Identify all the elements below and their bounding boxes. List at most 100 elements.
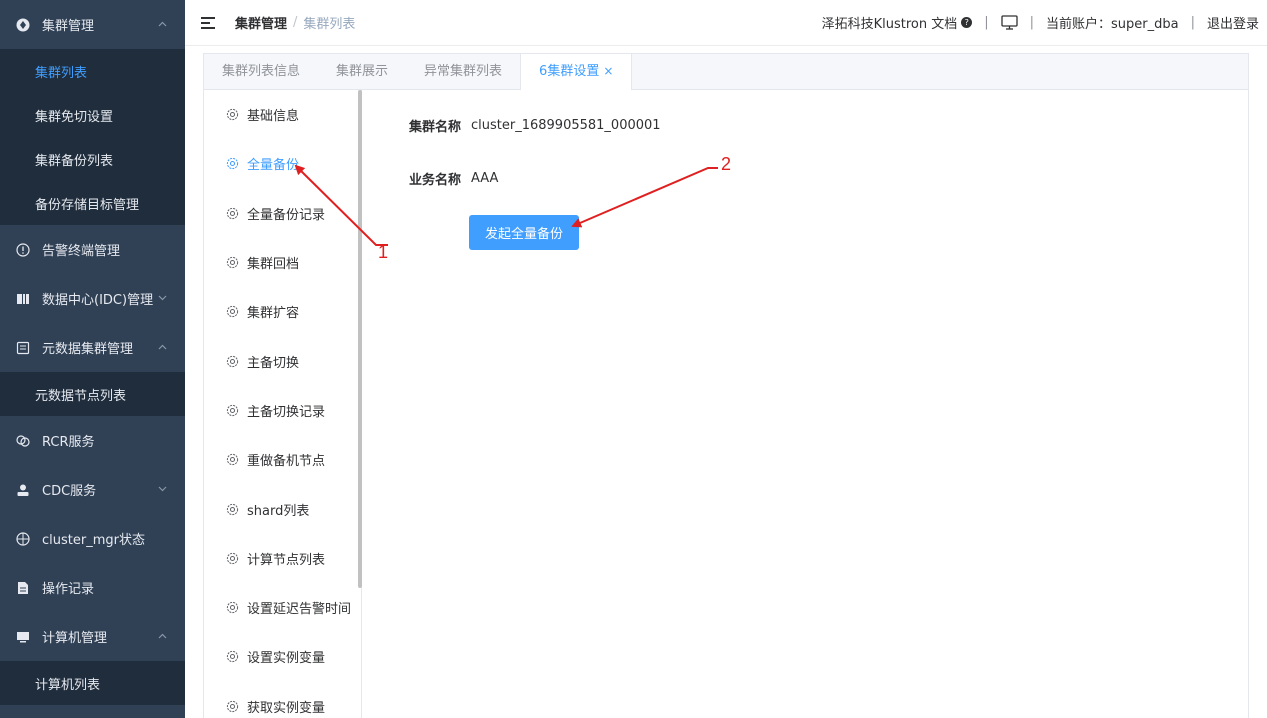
- settings-nav-item-0[interactable]: 基础信息: [204, 90, 361, 139]
- breadcrumb: 集群管理 / 集群列表: [235, 13, 355, 32]
- settings-nav-item-5[interactable]: 主备切换: [204, 336, 361, 385]
- sidebar-menu-7[interactable]: 元数据集群管理: [0, 323, 185, 372]
- top-header: 集群管理 / 集群列表 泽拓科技Klustron 文档 ? | | 当前账户：s…: [185, 0, 1267, 46]
- gear-icon: [226, 651, 239, 663]
- settings-nav-item-6[interactable]: 主备切换记录: [204, 386, 361, 435]
- settings-nav: 基础信息全量备份全量备份记录集群回档集群扩容 主备切换主备切换记录 重做备机节点 sh…: [204, 90, 362, 718]
- cluster-name-row: 集群名称 cluster_1689905581_000001: [409, 116, 661, 135]
- settings-nav-item-11[interactable]: 设置实例变量: [204, 632, 361, 681]
- settings-nav-item-1[interactable]: 全量备份: [204, 139, 361, 188]
- settings-nav-label: 集群回档: [247, 257, 300, 273]
- monitor-icon[interactable]: [1000, 15, 1018, 30]
- sidebar-subitem-3[interactable]: 集群备份列表: [0, 137, 185, 181]
- alert-icon: [16, 242, 30, 257]
- tab-1[interactable]: 集群展示: [318, 54, 406, 89]
- cluster-icon: [16, 18, 30, 32]
- gear-icon: [226, 207, 239, 219]
- sidebar-menu-12[interactable]: 操作记录: [0, 563, 185, 612]
- sidebar-menu-label: CDC服务: [42, 484, 97, 499]
- close-icon[interactable]: ×: [603, 64, 613, 78]
- sidebar-menu-label: 数据中心(IDC)管理: [42, 293, 154, 308]
- tab-label: 集群列表信息: [222, 64, 301, 79]
- computer-icon: [16, 630, 30, 644]
- breadcrumb-separator: /: [293, 15, 298, 30]
- settings-nav-item-4[interactable]: 集群扩容: [204, 287, 361, 336]
- hamburger-icon[interactable]: [201, 16, 215, 29]
- gear-icon: [226, 355, 239, 367]
- chevron-up-icon: [158, 19, 167, 30]
- metadata-icon: [16, 341, 30, 355]
- tab-3[interactable]: 6集群设置 ×: [520, 54, 633, 90]
- user-icon: [16, 483, 30, 497]
- settings-nav-item-9[interactable]: 计算节点列表: [204, 534, 361, 583]
- content-panel: 集群列表信息 集群展示 异常集群列表 6集群设置 × 基础信息全量备份全量备份记录集群回…: [203, 53, 1249, 718]
- sidebar-menu-label: RCR服务: [42, 435, 95, 450]
- sidebar-menu-label: 操作记录: [42, 582, 95, 597]
- tab-label: 集群展示: [336, 64, 389, 79]
- chevron-up-icon: [158, 342, 167, 353]
- sidebar-subitem-8[interactable]: 元数据节点列表: [0, 372, 185, 416]
- settings-nav-label: 主备切换记录: [247, 404, 326, 420]
- sidebar-subitem-14[interactable]: 计算机列表: [0, 661, 185, 705]
- settings-nav-label: 设置延迟告警时间: [247, 602, 352, 618]
- gear-icon: [226, 700, 239, 712]
- tab-label: 6集群设置: [539, 64, 600, 79]
- settings-nav-item-12[interactable]: 获取实例变量: [204, 682, 361, 718]
- backup-form: 集群名称 cluster_1689905581_000001 业务名称 AAA: [409, 116, 661, 188]
- start-full-backup-button[interactable]: 发起全量备份: [469, 215, 579, 250]
- settings-nav-label: 计算节点列表: [247, 552, 326, 568]
- sidebar-subitem-2[interactable]: 集群免切设置: [0, 93, 185, 137]
- sidebar-menu-0[interactable]: 集群管理: [0, 0, 185, 49]
- settings-nav-label: shard列表: [247, 503, 310, 519]
- sidebar-menu-label: 集群管理: [42, 19, 95, 34]
- tab-2[interactable]: 异常集群列表: [406, 54, 520, 89]
- sidebar-menu-6[interactable]: 数据中心(IDC)管理: [0, 274, 185, 323]
- tab-0[interactable]: 集群列表信息: [204, 54, 318, 89]
- gear-icon: [226, 404, 239, 417]
- sidebar-menu-10[interactable]: CDC服务: [0, 465, 185, 514]
- sidebar-menu-label: cluster_mgr状态: [42, 533, 145, 548]
- sidebar-menu-9[interactable]: RCR服务: [0, 416, 185, 465]
- sidebar-menu-11[interactable]: cluster_mgr状态: [0, 514, 185, 563]
- docs-link[interactable]: 泽拓科技Klustron 文档: [822, 13, 958, 32]
- sidebar-subitem-4[interactable]: 备份存储目标管理: [0, 181, 185, 225]
- account-label: 当前账户：super_dba: [1046, 17, 1179, 32]
- settings-nav-item-8[interactable]: shard列表: [204, 484, 361, 533]
- logout-link[interactable]: 退出登录: [1207, 13, 1259, 32]
- document-icon: [16, 581, 30, 595]
- settings-nav-item-2[interactable]: 全量备份记录: [204, 189, 361, 238]
- tab-label: 异常集群列表: [424, 64, 503, 79]
- breadcrumb-root[interactable]: 集群管理: [235, 13, 287, 32]
- header-divider: |: [1029, 15, 1035, 30]
- breadcrumb-current: 集群列表: [303, 17, 356, 32]
- gear-icon: [226, 454, 239, 466]
- settings-nav-label: 设置实例变量: [247, 651, 326, 667]
- help-icon[interactable]: ?: [961, 17, 973, 28]
- settings-nav-label: 重做备机节点: [247, 454, 326, 470]
- sidebar-menu-label: 计算机管理: [42, 631, 108, 646]
- business-name-row: 业务名称 AAA: [409, 169, 661, 188]
- settings-nav-item-3[interactable]: 集群回档: [204, 238, 361, 287]
- gear-icon: [226, 503, 239, 515]
- datacenter-icon: [16, 292, 30, 306]
- gear-icon: [226, 158, 239, 170]
- tab-bar: 集群列表信息 集群展示 异常集群列表 6集群设置 ×: [204, 54, 1248, 90]
- settings-nav-label: 获取实例变量: [247, 700, 326, 716]
- sidebar-menu-13[interactable]: 计算机管理: [0, 612, 185, 661]
- sidebar: 集群管理集群列表 集群免切设置 集群备份列表 备份存储目标管理 告警终端管理数据中心(I…: [0, 0, 185, 718]
- settings-nav-item-10[interactable]: 设置延迟告警时间: [204, 583, 361, 632]
- rcr-icon: [16, 434, 30, 448]
- sidebar-menu-5[interactable]: 告警终端管理: [0, 225, 185, 274]
- nav-scrollbar[interactable]: [358, 90, 362, 588]
- settings-nav-label: 全量备份: [247, 158, 300, 174]
- settings-nav-item-7[interactable]: 重做备机节点: [204, 435, 361, 484]
- gear-icon: [226, 306, 239, 318]
- sidebar-subitem-1[interactable]: 集群列表: [0, 49, 185, 93]
- header-divider: |: [1190, 15, 1195, 30]
- sidebar-menu-label: 元数据集群管理: [42, 342, 134, 357]
- business-name-value: AAA: [471, 171, 499, 186]
- header-divider: |: [984, 15, 989, 30]
- settings-nav-label: 基础信息: [247, 109, 300, 125]
- cluster-name-value: cluster_1689905581_000001: [471, 118, 661, 133]
- chevron-down-icon: [158, 293, 167, 304]
